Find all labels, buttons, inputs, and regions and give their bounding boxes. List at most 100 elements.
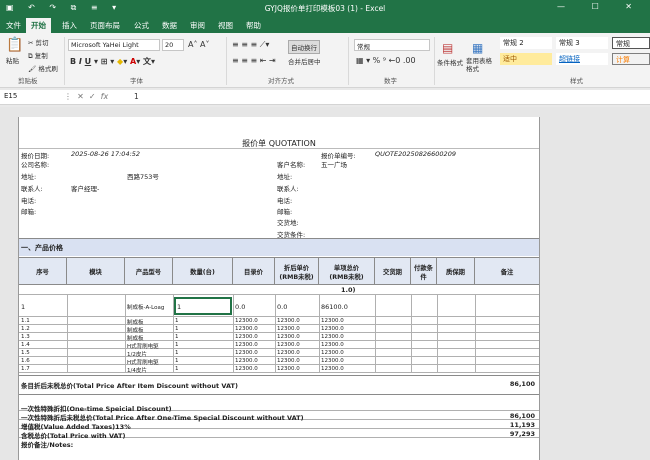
date-value: 2025-08-26 17:04:52 xyxy=(71,150,141,158)
formula-bar-buttons[interactable]: ⋮ ✕ ✓ fx xyxy=(64,92,108,101)
tab-view[interactable]: 视图 xyxy=(218,20,233,31)
summary-row: 条目折后未税总价(Total Price After Item Discount… xyxy=(19,375,539,395)
sub-rows: 1.1 制成板 1 12300.0 12300.0 12300.0 1.2 制成… xyxy=(19,317,539,374)
paste-button[interactable]: 粘贴 xyxy=(6,55,19,65)
row-qty: 1 xyxy=(175,342,179,348)
col-header: 模块 xyxy=(67,258,125,285)
summary-row: 增值税(Value Added Taxes)13% 11,193 xyxy=(19,420,539,431)
row-list-price: 12300.0 xyxy=(235,342,258,348)
phone-label: 电话: xyxy=(21,197,37,205)
window-controls[interactable]: — ☐ ✕ xyxy=(557,2,644,11)
ribbon-tabs: 文件 开始 插入 页面布局 公式 数据 审阅 视图 帮助 xyxy=(0,17,650,33)
col-header: 单项总价 (RMB未税) xyxy=(319,258,375,285)
tab-file[interactable]: 文件 xyxy=(6,20,21,31)
row-total: 12300.0 xyxy=(321,334,344,340)
row-total: 12300.0 xyxy=(321,358,344,364)
quote-no-value: QUOTE20250826600209 xyxy=(375,150,456,158)
customer-value: 五一广场 xyxy=(321,161,347,169)
table-row[interactable]: 1.1 制成板 1 12300.0 12300.0 12300.0 xyxy=(19,317,539,326)
row-total: 12300.0 xyxy=(321,326,344,332)
style-normal[interactable]: 常规 xyxy=(612,37,650,49)
row-qty: 1 xyxy=(175,366,179,372)
tab-review[interactable]: 审阅 xyxy=(190,20,205,31)
table-row[interactable]: 1.3 制成板 1 12300.0 12300.0 12300.0 xyxy=(19,333,539,342)
tab-insert[interactable]: 插入 xyxy=(62,20,77,31)
table-row[interactable]: 1.5 1/2皮片 1 12300.0 12300.0 12300.0 xyxy=(19,349,539,358)
table-row[interactable]: 1 制成板-A-Loag 1 0.0 0.0 86100.0 xyxy=(19,295,539,317)
quotation-page: 报价单 QUOTATION 报价日期: 2025-08-26 17:04:52 … xyxy=(18,117,540,460)
window-title: GYJQ报价单打印模板03 (1) - Excel xyxy=(264,4,386,13)
contact-value: 客户经理- xyxy=(71,185,100,193)
style-neutral[interactable]: 适中 xyxy=(500,53,552,65)
col-header: 序号 xyxy=(19,258,67,285)
col-header: 质保期 xyxy=(437,258,475,285)
table-row[interactable]: 1.7 1/4皮片 1 12300.0 12300.0 12300.0 xyxy=(19,365,539,374)
customer-phone-label: 电话: xyxy=(277,197,293,205)
row-total: 12300.0 xyxy=(321,342,344,348)
ribbon: 📋 粘贴 ✂ 剪切 ⧉ 复制 🖌 格式刷 剪贴板 Microsoft YaHei… xyxy=(0,33,650,88)
paste-icon[interactable]: 📋 xyxy=(6,37,23,53)
customer-label: 客户名称: xyxy=(277,161,306,169)
style-calculation[interactable]: 计算 xyxy=(612,53,650,65)
table-format-icon[interactable]: ▦ xyxy=(472,41,483,55)
summary-label: 条目折后未税总价(Total Price After Item Discount… xyxy=(21,382,238,390)
summary-value: 86,100 xyxy=(509,412,535,420)
copy-button[interactable]: ⧉ 复制 xyxy=(28,50,48,61)
row-total: 12300.0 xyxy=(321,366,344,372)
row-list-price: 12300.0 xyxy=(235,358,258,364)
summary-row: 一次性特殊折扣(One-time Speicial Discount) xyxy=(19,402,539,413)
row-list-price: 12300.0 xyxy=(235,350,258,356)
align-left-icon[interactable]: ≡ ≡ ≡ ⇤ ⇥ xyxy=(232,56,276,65)
row-no: 1.2 xyxy=(21,326,30,332)
cut-button[interactable]: ✂ 剪切 xyxy=(28,37,49,47)
col-header: 备注 xyxy=(500,269,514,276)
formula-bar: E15 ⋮ ✕ ✓ fx 1 xyxy=(0,90,650,105)
currency-percent-icon[interactable]: ▦ ▾ % ⁹ ←0 .00 xyxy=(356,56,416,65)
sheet-area[interactable]: 报价单 QUOTATION 报价日期: 2025-08-26 17:04:52 … xyxy=(0,107,650,460)
notes-row: 报价备注/Notes: xyxy=(19,438,539,449)
section-header: 一、产品价格 xyxy=(19,238,539,256)
table-format-button[interactable]: 套用表格格式 xyxy=(466,57,496,73)
table-row[interactable]: 1.6 H式背刷电驱 1 12300.0 12300.0 12300.0 xyxy=(19,357,539,366)
number-format-select[interactable]: 常规 xyxy=(354,39,430,51)
tab-home[interactable]: 开始 xyxy=(26,18,51,33)
tab-formulas[interactable]: 公式 xyxy=(134,20,149,31)
customer-email-label: 邮箱: xyxy=(277,208,293,216)
row-unit-price: 12300.0 xyxy=(277,350,300,356)
table-row[interactable]: 1.4 H式背刷电驱 1 12300.0 12300.0 12300.0 xyxy=(19,341,539,350)
company-label: 公司名称: xyxy=(21,161,50,169)
tab-data[interactable]: 数据 xyxy=(162,20,177,31)
row-qty: 1 xyxy=(175,350,179,356)
merge-center-button[interactable]: 合并后居中 xyxy=(288,56,321,66)
col-header: 交货期 xyxy=(375,258,411,285)
formula-input[interactable]: 1 xyxy=(134,92,139,101)
conditional-format-icon[interactable]: ▤ xyxy=(442,41,453,55)
align-top-icon[interactable]: ≡ ≡ ≡ ⟋▾ xyxy=(232,40,269,50)
tab-help[interactable]: 帮助 xyxy=(246,20,261,31)
col-header: 目录价 xyxy=(233,258,275,285)
table-row[interactable]: 1.2 制成板 1 12300.0 12300.0 12300.0 xyxy=(19,325,539,334)
row-no: 1.5 xyxy=(21,350,30,356)
email-label: 邮箱: xyxy=(21,208,37,216)
row-qty: 1 xyxy=(175,326,179,332)
cut-label: 剪切 xyxy=(35,39,49,47)
style-hyperlink[interactable]: 超链接 xyxy=(556,53,608,65)
font-size-select[interactable]: 20 xyxy=(162,39,184,51)
row-total: 12300.0 xyxy=(321,350,344,356)
selected-cell[interactable]: 1 xyxy=(174,297,232,315)
conditional-format-button[interactable]: 条件格式 xyxy=(437,57,463,67)
style-normal-3[interactable]: 常规 3 xyxy=(556,37,608,49)
format-painter-button[interactable]: 🖌 格式刷 xyxy=(28,63,58,73)
col-header: 数量(台) xyxy=(173,258,233,285)
row-list-price: 12300.0 xyxy=(235,334,258,340)
bold-italic-underline-icon[interactable]: B I U ▾ ⊞ ▾ ◆▾ A▾ 文▾ xyxy=(70,56,155,67)
row-unit-price: 12300.0 xyxy=(277,326,300,332)
font-name-select[interactable]: Microsoft YaHei Light xyxy=(68,39,160,51)
style-normal-2[interactable]: 常规 2 xyxy=(500,37,552,49)
tab-page-layout[interactable]: 页面布局 xyxy=(90,20,120,31)
name-box[interactable]: E15 xyxy=(2,91,52,103)
address-label: 地址: xyxy=(21,173,37,181)
wrap-text-button[interactable]: 自动换行 xyxy=(288,40,320,54)
font-grow-shrink-icon[interactable]: A˄ A˅ xyxy=(188,40,210,49)
copy-label: 复制 xyxy=(34,52,48,60)
